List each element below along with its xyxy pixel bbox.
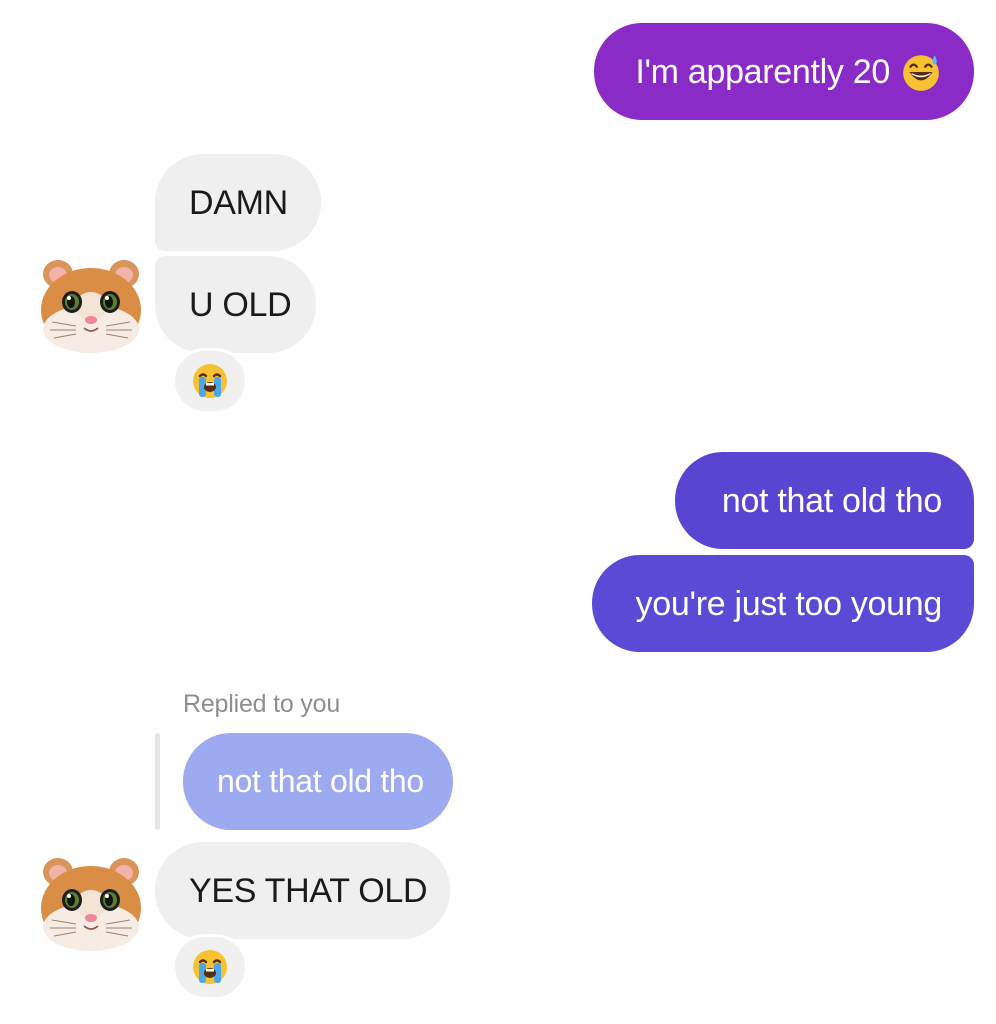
message-text: YES THAT OLD bbox=[189, 871, 428, 910]
incoming-message-bubble[interactable]: DAMN bbox=[155, 154, 321, 251]
outgoing-message-bubble[interactable]: I'm apparently 20 bbox=[594, 23, 974, 120]
quoted-message-text: not that old tho bbox=[217, 763, 424, 799]
chat-thread: I'm apparently 20 DAMN U OLD not that ol… bbox=[0, 0, 996, 1024]
message-reaction[interactable] bbox=[172, 934, 248, 1000]
reply-context-label: Replied to you bbox=[183, 690, 341, 718]
message-text: U OLD bbox=[189, 285, 292, 324]
message-text: you're just too young bbox=[635, 584, 943, 623]
reply-indicator-bar bbox=[155, 733, 160, 830]
incoming-message-bubble[interactable]: U OLD bbox=[155, 256, 316, 353]
hamster-avatar-icon[interactable] bbox=[36, 254, 146, 354]
message-text: not that old tho bbox=[721, 481, 942, 520]
quoted-message-bubble[interactable]: not that old tho bbox=[183, 733, 453, 830]
grinning-sweat-icon bbox=[903, 54, 939, 91]
loudly-crying-face-icon bbox=[193, 950, 227, 984]
incoming-message-bubble[interactable]: YES THAT OLD bbox=[155, 842, 450, 939]
message-text: I'm apparently 20 bbox=[635, 52, 890, 91]
loudly-crying-face-icon bbox=[193, 364, 227, 398]
outgoing-message-bubble[interactable]: you're just too young bbox=[592, 555, 974, 652]
hamster-avatar-icon[interactable] bbox=[36, 852, 146, 952]
outgoing-message-bubble[interactable]: not that old tho bbox=[675, 452, 974, 549]
message-reaction[interactable] bbox=[172, 348, 248, 414]
message-text: DAMN bbox=[189, 183, 288, 222]
